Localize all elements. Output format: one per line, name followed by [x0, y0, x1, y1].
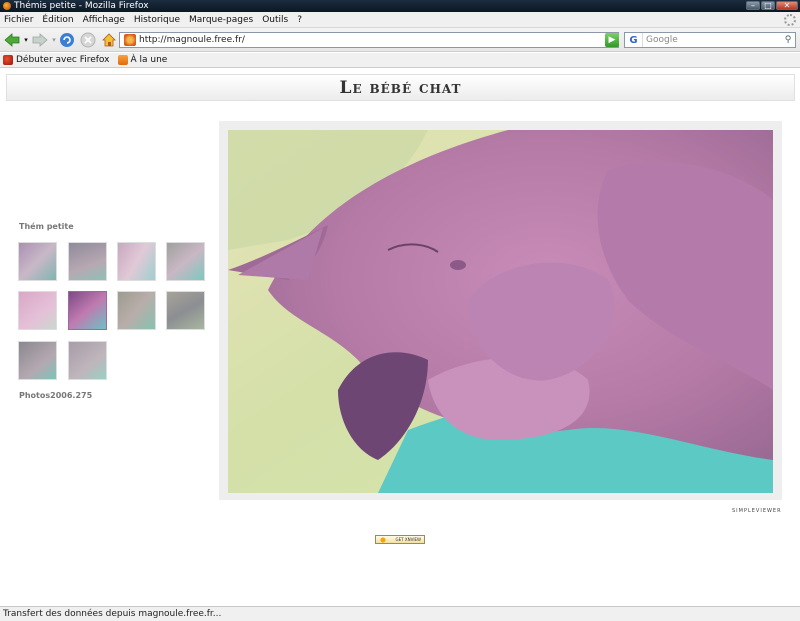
simpleviewer-credit-link[interactable]: SIMPLEVIEWER	[732, 508, 782, 514]
get-xnview-badge[interactable]: GET XNVIEW	[375, 535, 425, 544]
gallery-folder-label: Photos2006.275	[19, 391, 93, 400]
main-photo[interactable]	[228, 130, 773, 493]
window-titlebar: Thémis petite - Mozilla Firefox – □ ✕	[0, 0, 800, 12]
bookmark-a-la-une[interactable]: À la une	[117, 55, 168, 65]
forward-arrow-icon	[32, 33, 48, 47]
menu-affichage[interactable]: Affichage	[83, 15, 125, 25]
menu-fichier[interactable]: Fichier	[4, 15, 33, 25]
window-controls: – □ ✕	[746, 1, 798, 11]
menu-marque-pages[interactable]: Marque-pages	[189, 15, 253, 25]
thumbnail-8[interactable]	[166, 291, 205, 330]
back-arrow-icon	[4, 33, 20, 47]
firefox-icon	[3, 55, 13, 65]
thumbnail-2[interactable]	[68, 242, 107, 281]
thumbnail-10[interactable]	[68, 341, 107, 380]
stop-icon	[80, 32, 96, 48]
bookmarks-toolbar: Débuter avec Firefox À la une	[0, 53, 800, 68]
bookmark-label: À la une	[130, 55, 168, 65]
sun-icon	[378, 537, 388, 543]
stop-button[interactable]	[79, 31, 97, 49]
minimize-button[interactable]: –	[746, 1, 760, 10]
thumbnail-9[interactable]	[18, 341, 57, 380]
site-favicon-icon	[124, 34, 136, 46]
status-text: Transfert des données depuis magnoule.fr…	[3, 609, 222, 619]
window-title: Thémis petite - Mozilla Firefox	[14, 1, 149, 11]
rss-icon	[117, 55, 128, 65]
go-button[interactable]: ▶	[605, 33, 619, 47]
menu-bar: Fichier Édition Affichage Historique Mar…	[0, 12, 800, 28]
menu-edition[interactable]: Édition	[42, 15, 73, 25]
status-bar: Transfert des données depuis magnoule.fr…	[0, 606, 800, 621]
loading-throbber-icon	[784, 14, 796, 26]
close-button[interactable]: ✕	[776, 1, 798, 10]
forward-history-dropdown[interactable]: ▾	[50, 31, 58, 49]
search-bar[interactable]: G Google ⚲	[624, 32, 796, 48]
navigation-toolbar: ▾ ▾ http://magnoule.free.fr/ ▾ ▶ G Googl…	[0, 28, 800, 52]
search-magnifier-icon[interactable]: ⚲	[781, 33, 795, 47]
bookmark-label: Débuter avec Firefox	[16, 55, 110, 65]
thumbnail-6[interactable]	[68, 291, 107, 330]
menu-outils[interactable]: Outils	[262, 15, 288, 25]
thumbnail-1[interactable]	[18, 242, 57, 281]
home-icon	[102, 33, 116, 47]
sleeping-kitten-image	[228, 130, 773, 493]
page-content: Le bébé chat Thém petite Photos2006.275	[0, 69, 800, 606]
thumbnail-3[interactable]	[117, 242, 156, 281]
home-button[interactable]	[100, 31, 118, 49]
gallery-title: Thém petite	[19, 222, 74, 231]
reload-button[interactable]	[58, 31, 76, 49]
thumbnail-7[interactable]	[117, 291, 156, 330]
search-engine-letter: G	[629, 34, 638, 46]
back-button[interactable]	[2, 31, 22, 49]
firefox-app-icon	[3, 2, 11, 10]
forward-button[interactable]	[30, 31, 50, 49]
menu-aide[interactable]: ?	[297, 15, 302, 25]
reload-icon	[60, 33, 74, 47]
url-text[interactable]: http://magnoule.free.fr/	[139, 35, 608, 45]
maximize-button[interactable]: □	[761, 1, 775, 10]
bookmark-debuter-avec-firefox[interactable]: Débuter avec Firefox	[3, 55, 110, 65]
thumbnail-5[interactable]	[18, 291, 57, 330]
back-history-dropdown[interactable]: ▾	[22, 31, 30, 49]
address-bar[interactable]: http://magnoule.free.fr/ ▾	[119, 32, 619, 48]
badge-label: GET XNVIEW	[395, 537, 421, 542]
page-title: Le bébé chat	[6, 74, 795, 101]
menu-historique[interactable]: Historique	[134, 15, 180, 25]
search-input[interactable]: Google	[643, 35, 781, 45]
search-engine-icon[interactable]: G	[625, 33, 643, 47]
thumbnail-4[interactable]	[166, 242, 205, 281]
